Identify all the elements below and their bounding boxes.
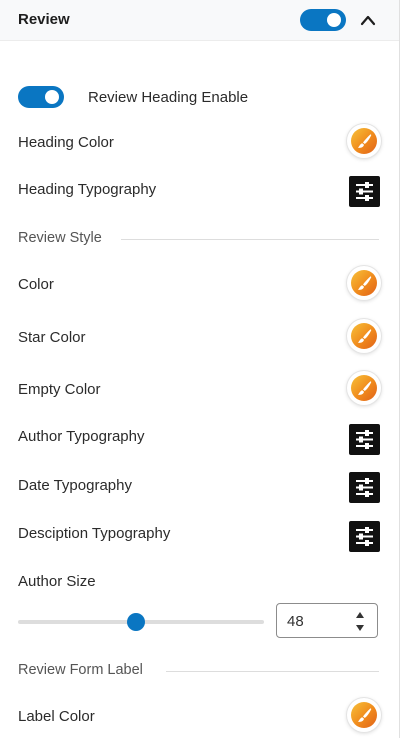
- review-style-section-label: Review Style: [18, 230, 102, 246]
- heading-typography-button[interactable]: [349, 176, 380, 207]
- panel-title: Review: [18, 11, 70, 28]
- toggle-knob: [45, 90, 59, 104]
- date-typography-label: Date Typography: [18, 477, 132, 494]
- toggle-knob: [327, 13, 341, 27]
- description-typography-label: Desciption Typography: [18, 525, 171, 542]
- panel-header[interactable]: Review: [0, 0, 399, 41]
- sliders-icon: [356, 182, 373, 201]
- paintbrush-icon: [357, 381, 372, 395]
- color-label: Color: [18, 276, 54, 293]
- star-color-label: Star Color: [18, 329, 86, 346]
- author-size-number-input[interactable]: [276, 603, 378, 638]
- description-typography-button[interactable]: [349, 521, 380, 552]
- review-settings-panel: Review Review Heading Enable Heading Col…: [0, 0, 400, 738]
- section-divider: [121, 239, 379, 240]
- author-typography-button[interactable]: [349, 424, 380, 455]
- empty-color-label: Empty Color: [18, 381, 101, 398]
- author-size-slider-thumb[interactable]: [127, 613, 146, 631]
- sliders-icon: [356, 478, 373, 497]
- color-picker[interactable]: [347, 266, 381, 300]
- spin-down-icon[interactable]: [353, 622, 367, 634]
- paintbrush-icon: [357, 276, 372, 290]
- star-color-picker[interactable]: [347, 319, 381, 353]
- chevron-up-icon[interactable]: [358, 11, 378, 29]
- paintbrush-icon: [357, 708, 372, 722]
- label-color-picker[interactable]: [347, 698, 381, 732]
- author-size-label: Author Size: [18, 573, 96, 590]
- review-form-label-section-label: Review Form Label: [18, 662, 143, 678]
- author-size-value[interactable]: [287, 611, 347, 631]
- heading-color-label: Heading Color: [18, 134, 114, 151]
- spin-up-icon[interactable]: [353, 609, 367, 621]
- heading-typography-label: Heading Typography: [18, 181, 157, 198]
- review-enable-toggle[interactable]: [300, 9, 346, 31]
- label-color-label: Label Color: [18, 708, 95, 725]
- review-heading-enable-toggle[interactable]: [18, 86, 64, 108]
- section-divider: [166, 671, 379, 672]
- author-typography-label: Author Typography: [18, 428, 145, 445]
- paintbrush-icon: [357, 134, 372, 148]
- paintbrush-icon: [357, 329, 372, 343]
- date-typography-button[interactable]: [349, 472, 380, 503]
- empty-color-picker[interactable]: [347, 371, 381, 405]
- sliders-icon: [356, 527, 373, 546]
- sliders-icon: [356, 430, 373, 449]
- review-heading-enable-label: Review Heading Enable: [88, 89, 249, 106]
- heading-color-picker[interactable]: [347, 124, 381, 158]
